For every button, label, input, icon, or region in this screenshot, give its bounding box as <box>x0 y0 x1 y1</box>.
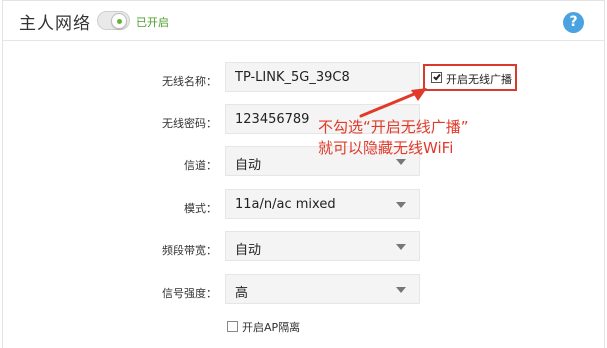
broadcast-highlight-box: 开启无线广播 <box>423 64 517 91</box>
mode-value: 11a/n/ac mixed <box>235 197 336 212</box>
bandwidth-label: 频段带宽： <box>162 244 217 257</box>
ssid-value: TP-LINK_5G_39C8 <box>235 70 350 85</box>
password-value: 123456789 <box>235 112 310 127</box>
ap-isolation-label: 开启AP隔离 <box>242 321 301 334</box>
signal-value: 高 <box>235 286 249 301</box>
chevron-down-icon <box>396 244 406 250</box>
mode-label: 模式： <box>184 202 217 215</box>
channel-label: 信道： <box>184 159 217 172</box>
ap-isolation-checkbox[interactable] <box>227 321 238 332</box>
chevron-down-icon <box>396 202 406 208</box>
toggle-on-indicator <box>117 19 122 24</box>
bandwidth-value: 自动 <box>235 243 262 258</box>
bandwidth-select[interactable]: 自动 <box>225 231 420 261</box>
password-label: 无线密码： <box>162 117 217 130</box>
annotation-text: 不勾选“开启无线广播” 就可以隐藏无线WiFi <box>318 117 469 159</box>
chevron-down-icon <box>396 159 406 165</box>
help-icon[interactable]: ? <box>563 12 584 33</box>
checkmark-icon <box>433 72 441 81</box>
section-title: 主人网络 <box>19 14 91 34</box>
toggle-knob <box>111 13 127 29</box>
annotation-line-1: 不勾选“开启无线广播” <box>318 118 469 136</box>
signal-label: 信号强度： <box>162 287 217 300</box>
chevron-down-icon <box>396 287 406 293</box>
header-divider <box>3 40 604 41</box>
annotation-line-2: 就可以隐藏无线WiFi <box>318 139 454 157</box>
host-network-toggle[interactable] <box>97 11 130 30</box>
annotation-arrow-icon <box>359 88 427 118</box>
toggle-status-text: 已开启 <box>136 16 169 29</box>
broadcast-checkbox[interactable] <box>431 72 442 83</box>
channel-value: 自动 <box>235 158 262 173</box>
ssid-label: 无线名称： <box>162 75 217 88</box>
mode-select[interactable]: 11a/n/ac mixed <box>225 189 420 219</box>
broadcast-label: 开启无线广播 <box>446 73 512 86</box>
signal-select[interactable]: 高 <box>225 274 420 304</box>
